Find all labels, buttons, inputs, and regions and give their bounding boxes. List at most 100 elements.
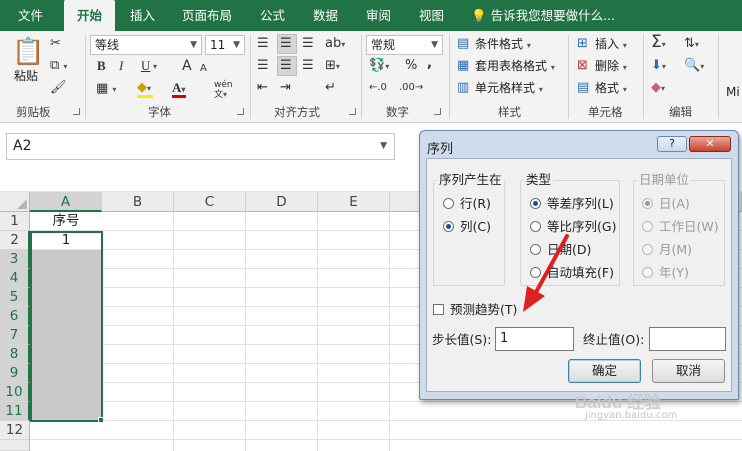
radio-day[interactable]: 日(A)	[642, 196, 690, 211]
row-header-3[interactable]: 3	[0, 250, 30, 269]
format-painter-icon[interactable]: 🖌	[50, 80, 67, 96]
dialog-launcher-icon[interactable]	[434, 108, 441, 115]
decrease-decimal-icon[interactable]: .00→	[399, 80, 423, 96]
cell-a2[interactable]: 1	[30, 231, 102, 250]
text-orientation-icon[interactable]: ab▾	[325, 36, 345, 53]
row-header-1[interactable]: 1	[0, 212, 30, 231]
sort-filter-icon[interactable]: ⇅▾	[684, 36, 699, 53]
border-icon[interactable]: ▦ ▾	[96, 81, 116, 98]
selection-border[interactable]	[30, 231, 103, 422]
name-box[interactable]: A2 ▼	[6, 133, 395, 160]
cut-icon[interactable]: ✂	[50, 36, 61, 52]
row-header-12[interactable]: 12	[0, 421, 30, 440]
format-cells-button[interactable]: 格式 ▾	[595, 80, 627, 98]
bold-button[interactable]: B	[97, 58, 106, 74]
paste-icon[interactable]: 📋	[12, 37, 44, 67]
dialog-title: 序列	[427, 142, 454, 157]
column-header-e[interactable]: E	[318, 192, 390, 212]
radio-row-label: 行(R)	[460, 196, 491, 211]
shrink-font-button[interactable]: A	[200, 61, 207, 77]
dialog-launcher-icon[interactable]	[349, 108, 356, 115]
series-in-label: 序列产生在	[437, 172, 504, 187]
tab-review[interactable]: 审阅	[366, 0, 391, 31]
align-right-icon[interactable]: ☰	[302, 58, 314, 74]
row-header-13[interactable]	[0, 440, 30, 451]
tab-file[interactable]: 文件	[18, 0, 43, 31]
cell-a1[interactable]: 序号	[30, 212, 102, 231]
align-top-icon[interactable]: ☰	[257, 36, 269, 52]
font-name-combo[interactable]: 等线 ▼	[90, 35, 202, 55]
clear-icon[interactable]: ◆▾	[651, 80, 665, 97]
delete-cells-button[interactable]: 删除 ▾	[595, 58, 627, 76]
tab-formulas[interactable]: 公式	[260, 0, 285, 31]
column-header-c[interactable]: C	[174, 192, 246, 212]
step-value-input[interactable]: 1	[495, 327, 574, 351]
radio-weekday[interactable]: 工作日(W)	[642, 219, 719, 234]
radio-year[interactable]: 年(Y)	[642, 265, 689, 280]
tab-view[interactable]: 视图	[419, 0, 444, 31]
tell-me-text: 告诉我您想要做什么...	[490, 8, 615, 23]
grow-font-button[interactable]: A	[182, 58, 192, 74]
help-button[interactable]: ?	[657, 136, 687, 152]
align-bottom-icon[interactable]: ☰	[302, 36, 314, 52]
dialog-launcher-icon[interactable]	[237, 108, 244, 115]
align-center-icon[interactable]: ☰	[280, 58, 292, 74]
tab-page-layout[interactable]: 页面布局	[182, 0, 232, 31]
number-format-combo[interactable]: 常规 ▼	[366, 35, 443, 55]
radio-row[interactable]: 行(R)	[443, 196, 491, 211]
row-header-7[interactable]: 7	[0, 326, 30, 345]
cancel-button[interactable]: 取消	[652, 359, 725, 383]
fill-icon[interactable]: ⬇▾	[651, 58, 666, 75]
row-header-4[interactable]: 4	[0, 269, 30, 288]
radio-checked-icon	[443, 221, 454, 232]
underline-button[interactable]: U	[141, 58, 150, 74]
decrease-indent-icon[interactable]: ⇤	[257, 80, 268, 96]
comma-button[interactable]: ,	[427, 56, 432, 72]
wrap-text-icon[interactable]: ↵	[325, 80, 336, 96]
row-header-5[interactable]: 5	[0, 288, 30, 307]
phonetic-button[interactable]: wén 文▾	[214, 80, 233, 100]
tell-me-search[interactable]: 💡 告诉我您想要做什么...	[471, 0, 615, 31]
row-header-8[interactable]: 8	[0, 345, 30, 364]
autosum-icon[interactable]: Σ▾	[651, 34, 666, 53]
insert-cells-button[interactable]: 插入 ▾	[595, 36, 627, 54]
ok-button[interactable]: 确定	[568, 359, 641, 383]
align-middle-icon[interactable]: ☰	[280, 36, 292, 52]
radio-month[interactable]: 月(M)	[642, 242, 692, 257]
tab-insert[interactable]: 插入	[130, 0, 155, 31]
dialog-launcher-icon[interactable]	[73, 108, 80, 115]
tab-data[interactable]: 数据	[313, 0, 338, 31]
conditional-format-button[interactable]: 条件格式 ▾	[475, 36, 531, 54]
row-header-11[interactable]: 11	[0, 402, 30, 421]
column-header-d[interactable]: D	[246, 192, 318, 212]
fill-handle[interactable]	[98, 417, 104, 423]
find-select-icon[interactable]: 🔍▾	[684, 58, 704, 75]
row-header-9[interactable]: 9	[0, 364, 30, 383]
tab-home[interactable]: 开始	[64, 0, 115, 31]
format-as-table-button[interactable]: 套用表格格式 ▾	[475, 58, 555, 76]
row-header-10[interactable]: 10	[0, 383, 30, 402]
trend-checkbox[interactable]: 预测趋势(T)	[433, 302, 517, 317]
stop-value-input[interactable]	[649, 327, 726, 351]
column-header-b[interactable]: B	[102, 192, 174, 212]
align-left-icon[interactable]: ☰	[257, 58, 269, 74]
copy-icon[interactable]: ⧉ ▾	[50, 58, 67, 75]
close-icon: ✕	[705, 137, 715, 150]
font-size-combo[interactable]: 11 ▼	[205, 35, 245, 55]
increase-indent-icon[interactable]: ⇥	[280, 80, 291, 96]
close-button[interactable]: ✕	[689, 136, 731, 152]
radio-column[interactable]: 列(C)	[443, 219, 491, 234]
merge-center-icon[interactable]: ⊞▾	[325, 58, 340, 75]
row-header-2[interactable]: 2	[0, 231, 30, 250]
underline-dropdown-icon[interactable]: ▾	[153, 58, 157, 75]
grid-line	[389, 212, 390, 451]
cell-styles-button[interactable]: 单元格样式 ▾	[475, 80, 543, 98]
increase-decimal-icon[interactable]: ←.0	[369, 80, 387, 96]
paste-button[interactable]: 粘贴	[14, 68, 38, 84]
currency-icon[interactable]: 💱▾	[369, 58, 389, 75]
radio-linear[interactable]: 等差序列(L)	[530, 196, 614, 211]
row-header-6[interactable]: 6	[0, 307, 30, 326]
percent-button[interactable]: %	[405, 58, 417, 74]
column-header-a[interactable]: A	[30, 192, 102, 212]
italic-button[interactable]: I	[119, 58, 123, 74]
